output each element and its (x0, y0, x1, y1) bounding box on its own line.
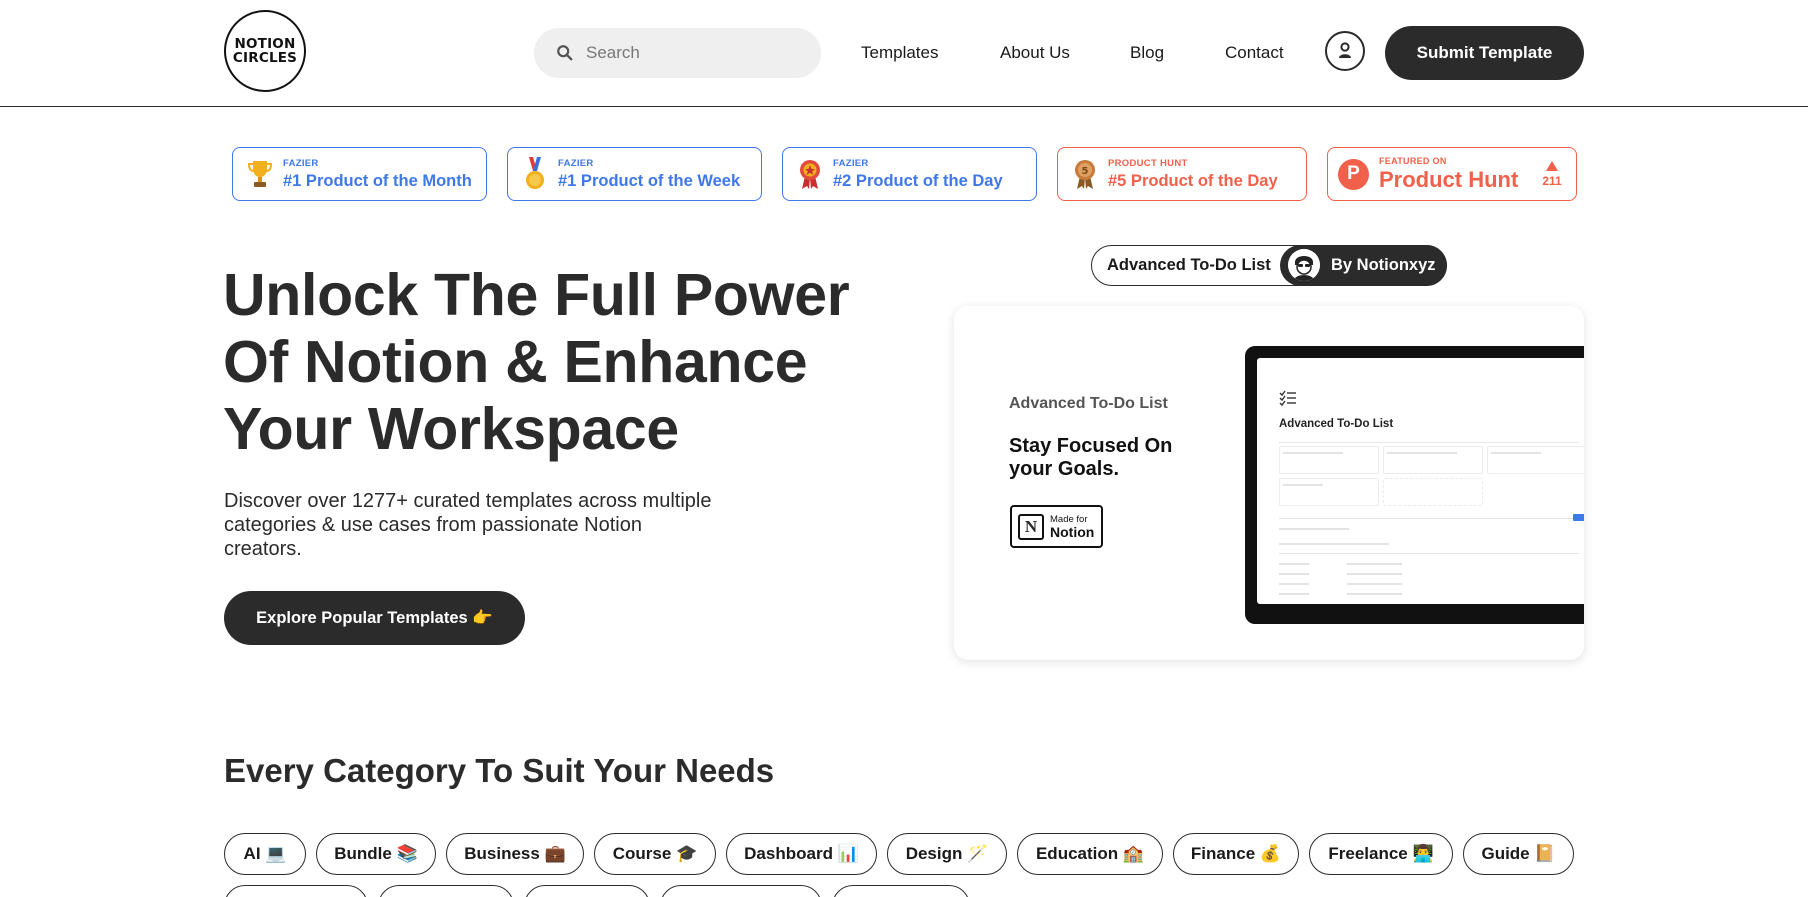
category-chip[interactable]: Guide 📔 (1463, 833, 1574, 875)
nav-contact[interactable]: Contact (1225, 43, 1284, 63)
rosette-icon (797, 158, 823, 190)
author-name: By Notionxyz (1331, 255, 1436, 274)
author-tag[interactable]: By Notionxyz (1280, 244, 1447, 286)
laptop-screen: Advanced To-Do List (1257, 358, 1584, 604)
ph-upvotes: 211 (1542, 160, 1562, 188)
category-chip[interactable]: Course 🎓 (594, 833, 716, 875)
account-button[interactable] (1325, 31, 1365, 71)
category-chip[interactable]: Finance 💰 (1173, 833, 1299, 875)
ph-name: Product Hunt (1379, 166, 1519, 192)
category-chip[interactable]: Design 🪄 (887, 833, 1007, 875)
nav-about-us[interactable]: About Us (1000, 43, 1070, 63)
badge-producthunt-day[interactable]: 5 PRODUCT HUNT #5 Product of the Day (1057, 147, 1307, 201)
category-chip[interactable]: Business 💼 (446, 833, 584, 875)
producthunt-logo-icon: P (1338, 158, 1369, 190)
category-chip[interactable]: Dashboard 📊 (726, 833, 877, 875)
ph-featured-on: FEATURED ON (1379, 155, 1447, 166)
badge-label: #1 Product of the Month (283, 171, 472, 190)
category-chip[interactable] (660, 885, 822, 897)
avatar (1288, 249, 1320, 281)
badge-product-of-week[interactable]: FAZIER #1 Product of the Week (507, 147, 762, 201)
trophy-icon (247, 158, 273, 190)
featured-template-pill[interactable]: Advanced To-Do List By Notionxyz (1091, 244, 1447, 286)
made-for-notion-badge: N Made for Notion (1010, 505, 1103, 548)
category-chip[interactable] (378, 885, 514, 897)
explore-templates-button[interactable]: Explore Popular Templates 👉 (224, 591, 525, 645)
category-chip[interactable] (832, 885, 970, 897)
ph-medal-icon: 5 (1072, 158, 1098, 190)
site-header: NOTION CIRCLES Templates About Us Blog C… (0, 0, 1808, 107)
search-input[interactable] (586, 43, 806, 63)
badge-label: #1 Product of the Week (558, 171, 741, 190)
search-bar[interactable] (534, 28, 821, 78)
badge-label: #5 Product of the Day (1108, 171, 1278, 190)
checklist-icon (1279, 390, 1296, 406)
badge-source: FAZIER (283, 157, 319, 169)
user-icon (1339, 42, 1351, 58)
badge-label: #2 Product of the Day (833, 171, 1003, 190)
card-subtitle: Advanced To-Do List (1009, 395, 1168, 412)
badge-source: PRODUCT HUNT (1108, 157, 1188, 169)
screen-title: Advanced To-Do List (1279, 418, 1394, 430)
category-chip[interactable]: Bundle 📚 (316, 833, 436, 875)
card-title: Stay Focused On your Goals. (1009, 435, 1173, 480)
badge-source: FAZIER (558, 157, 594, 169)
category-chip[interactable] (524, 885, 650, 897)
badge-product-of-day[interactable]: FAZIER #2 Product of the Day (782, 147, 1037, 201)
svg-text:5: 5 (1082, 166, 1089, 177)
medal-icon (522, 157, 548, 190)
logo-text: NOTION CIRCLES (232, 36, 298, 66)
categories-title: Every Category To Suit Your Needs (224, 752, 775, 789)
notion-label: Notion (1050, 523, 1095, 540)
nav-blog[interactable]: Blog (1130, 43, 1164, 63)
featured-template-card[interactable]: Advanced To-Do List Stay Focused On your… (954, 306, 1584, 660)
ph-vote-count: 211 (1542, 173, 1562, 188)
category-chip[interactable]: Education 🏫 (1017, 833, 1163, 875)
laptop-preview-image: Advanced To-Do List (1245, 346, 1584, 624)
notion-logo-icon: N (1018, 513, 1044, 540)
nav-templates[interactable]: Templates (861, 43, 938, 63)
submit-template-button[interactable]: Submit Template (1385, 26, 1584, 80)
category-chip[interactable]: Freelance 👨‍💻 (1309, 833, 1453, 875)
badge-source: FAZIER (833, 157, 869, 169)
featured-template-name: Advanced To-Do List (1107, 256, 1271, 274)
badge-featured-producthunt[interactable]: P FEATURED ON Product Hunt 211 (1327, 147, 1577, 201)
category-chip[interactable]: AI 💻 (224, 833, 306, 875)
badge-product-of-month[interactable]: FAZIER #1 Product of the Month (232, 147, 487, 201)
site-logo[interactable]: NOTION CIRCLES (224, 10, 306, 92)
upvote-arrow-icon (1546, 160, 1558, 171)
category-chip[interactable] (224, 885, 368, 897)
hero-subtitle: Discover over 1277+ curated templates ac… (224, 490, 712, 560)
search-icon (557, 45, 573, 61)
hero-title: Unlock The Full Power Of Notion & Enhanc… (223, 262, 850, 462)
